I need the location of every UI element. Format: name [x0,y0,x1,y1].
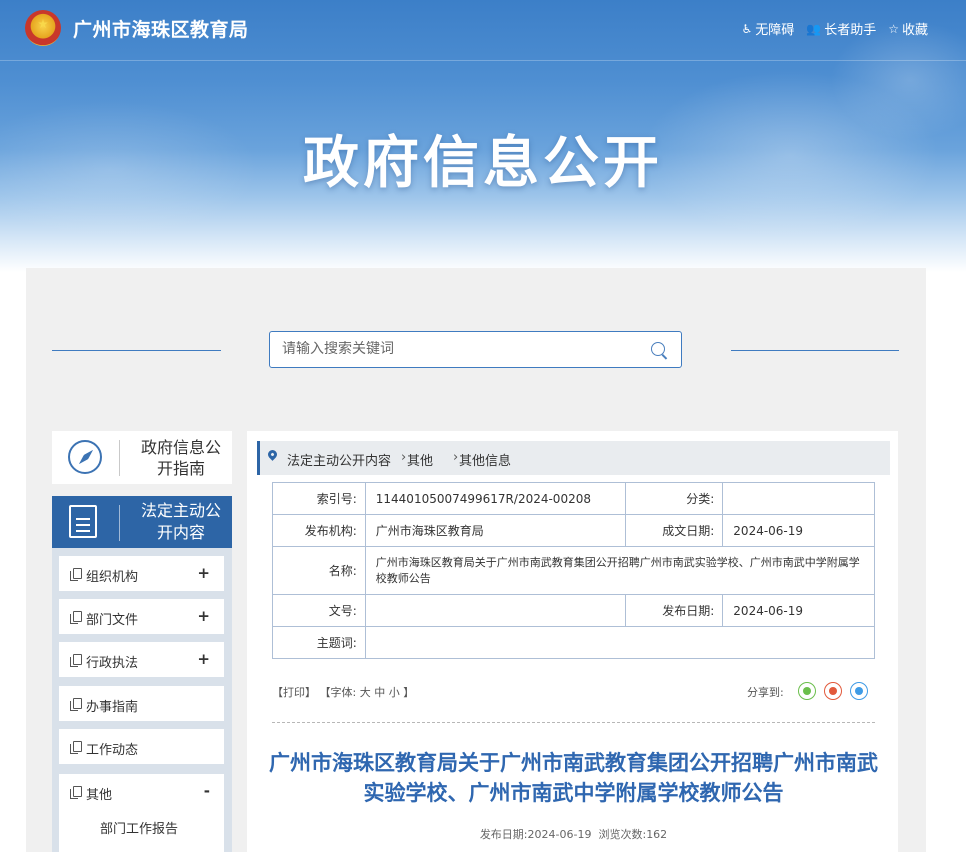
publish-date-label: 发布日期: [624,594,724,627]
top-links: ♿ 无障碍 👥 长者助手 ☆ 收藏 [741,19,928,39]
guide-label: 政府信息公开指南 [140,438,221,478]
views-label: 浏览次数: [598,828,647,841]
doc-number-label: 文号: [272,594,366,627]
sidebar-item-other[interactable]: 其他 - [59,774,224,809]
sidebar-subitem-work-report[interactable]: 部门工作报告 [100,818,178,837]
sidebar-menu: 组织机构 + 部门文件 + 行政执法 + 办事指南 工作动态 其他 - 部门工作… [52,548,232,852]
expand-icon[interactable]: + [197,564,210,582]
sidebar-item-label: 办事指南 [86,700,139,715]
sidebar-item-service-guide[interactable]: 办事指南 [59,686,224,721]
favorite-label: 收藏 [901,23,928,38]
font-size-prefix: 【字体: [319,686,357,699]
search-input[interactable] [282,341,622,357]
weibo-icon[interactable] [824,682,842,700]
sidebar-item-label: 组织机构 [86,570,139,585]
copy-icon [70,568,82,581]
header-divider [0,60,966,61]
expand-icon[interactable]: + [197,650,210,668]
breadcrumb-item[interactable]: 其他 [407,450,433,469]
subject-value [364,626,876,659]
copy-icon [70,654,82,667]
sidebar-item-other-expanded: 其他 - 部门工作报告 [59,774,224,852]
mandatory-disclosure-card[interactable]: 法定主动公开内容 [52,496,232,548]
accessibility-label: 无障碍 [755,23,795,38]
font-size-suffix: 】 [403,686,415,699]
sidebar-item-documents[interactable]: 部门文件 + [59,599,224,634]
article-meta: 发布日期:2024-06-19 浏览次数:162 [272,826,875,842]
accessibility-link[interactable]: ♿ 无障碍 [741,19,795,39]
subject-label: 主题词: [272,626,366,659]
expand-icon[interactable]: + [197,607,210,625]
star-icon: ☆ [888,21,899,36]
publish-date-value: 2024-06-19 [527,828,592,841]
chevron-right-icon: › [401,450,407,465]
sidebar-item-enforcement[interactable]: 行政执法 + [59,642,224,677]
breadcrumb-item[interactable]: 其他信息 [459,450,511,469]
name-label: 名称: [272,546,366,595]
wheelchair-icon: ♿ [741,21,753,36]
search-icon[interactable] [651,342,665,356]
sidebar-item-label: 部门文件 [86,613,139,628]
sidebar-item-organization[interactable]: 组织机构 + [59,556,224,591]
category-label: 分类: [624,482,724,515]
divider [119,505,120,541]
copy-icon [70,698,82,711]
wechat-icon[interactable] [798,682,816,700]
breadcrumb: 法定主动公开内容 › 其他 › 其他信息 [257,441,890,475]
sidebar-item-label: 行政执法 [86,656,139,671]
favorite-link[interactable]: ☆ 收藏 [888,19,928,39]
divider [119,440,120,476]
copy-icon [70,611,82,624]
active-label: 法定主动公开内容 [140,501,221,542]
created-date-label: 成文日期: [624,514,724,547]
compass-icon [68,440,102,474]
print-button[interactable]: 【打印】 [272,686,316,699]
copy-icon [70,741,82,754]
publisher-value: 广州市海珠区教育局 [364,514,626,547]
breadcrumb-item[interactable]: 法定主动公开内容 [287,450,391,469]
share-label: 分享到: [747,686,784,699]
sidebar-item-label: 其他 [86,788,113,803]
doc-number-value [364,594,626,627]
font-large-button[interactable]: 大 [360,686,371,699]
search-divider-right [731,350,899,351]
banner-title: 政府信息公开 [303,131,663,196]
site-title[interactable]: 广州市海珠区教育局 [73,15,249,42]
article-tools: 【打印】 【字体: 大 中 小 】 [272,684,414,700]
index-value: 11440105007499617R/2024-00208 [364,482,626,515]
created-date-value: 2024-06-19 [722,514,875,547]
elder-helper-label: 长者助手 [824,23,877,38]
publish-date-value: 2024-06-19 [722,594,875,627]
article-title: 广州市海珠区教育局关于广州市南武教育集团公开招聘广州市南武实验学校、广州市南武中… [269,751,878,805]
index-label: 索引号: [272,482,366,515]
document-icon [69,505,97,538]
category-value [722,482,875,515]
location-pin-icon [266,448,279,461]
dashed-divider [272,722,875,723]
disclosure-guide-card[interactable]: 政府信息公开指南 [52,431,232,484]
chevron-right-icon: › [453,450,459,465]
sidebar-item-work-news[interactable]: 工作动态 [59,729,224,764]
font-medium-button[interactable]: 中 [374,686,385,699]
views-count: 162 [646,828,668,841]
search-divider-left [52,350,221,351]
elder-helper-icon: 👥 [806,21,822,36]
publish-date-label: 发布日期: [479,828,528,841]
sidebar-item-label: 工作动态 [86,743,139,758]
national-emblem-logo[interactable] [25,10,61,46]
collapse-icon[interactable]: - [204,782,210,800]
font-small-button[interactable]: 小 [389,686,400,699]
name-value: 广州市海珠区教育局关于广州市南武教育集团公开招聘广州市南武实验学校、广州市南武中… [364,546,876,595]
document-metadata-table: 索引号: 11440105007499617R/2024-00208 分类: 发… [272,482,876,659]
copy-icon [70,786,82,799]
elder-helper-link[interactable]: 👥 长者助手 [806,19,877,39]
publisher-label: 发布机构: [272,514,366,547]
qq-icon[interactable] [850,682,868,700]
search-box [269,331,682,368]
